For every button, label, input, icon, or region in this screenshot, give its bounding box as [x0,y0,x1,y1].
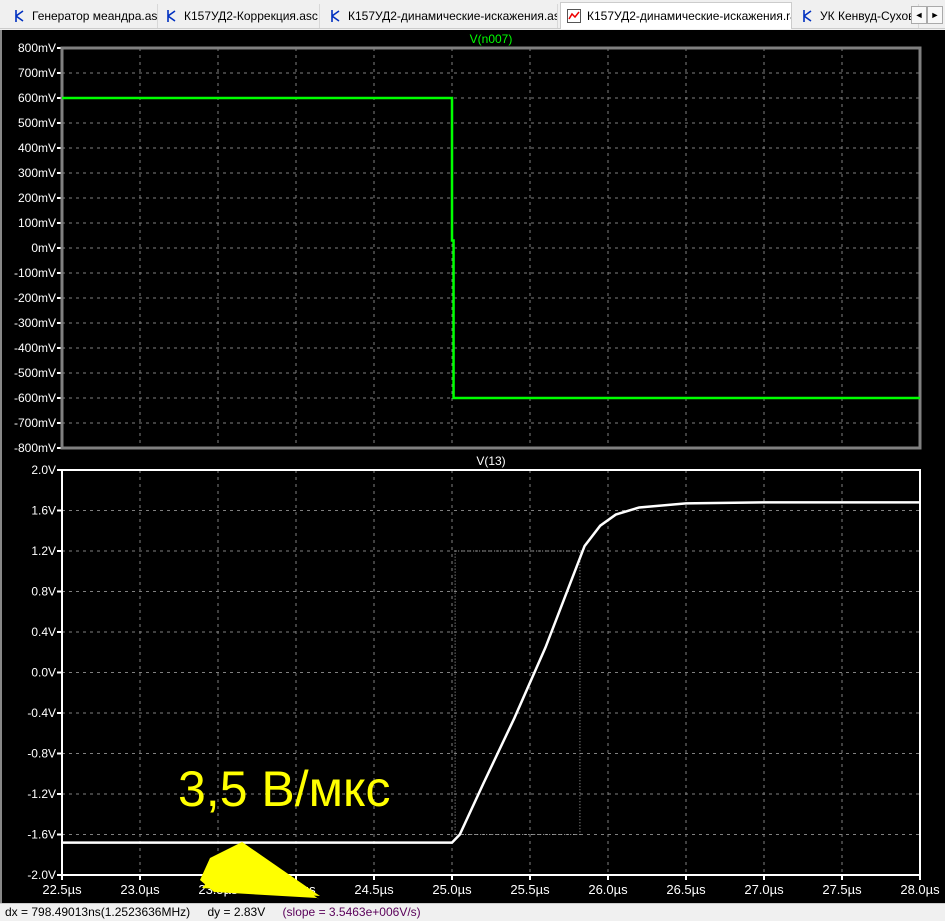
waveform-icon [567,9,581,23]
x-tick-label: 25.0µs [432,882,472,897]
x-tick-label: 23.0µs [120,882,160,897]
y-tick-label: 1.6V [31,504,56,518]
tab-label: К157УД2-динамические-искажения.asc [348,9,558,23]
tab-scroll: ◄ ► [911,6,943,24]
cursor-box [454,550,581,835]
y-tick-label: -1.6V [27,828,56,842]
y-tick-label: 100mV [18,216,56,230]
y-tick-label: -1.2V [27,787,56,801]
tab-2[interactable]: К157УД2-Коррекция.asc [158,4,320,28]
y-tick-label: -100mV [14,266,56,280]
x-tick-label: 26.0µs [588,882,628,897]
y-tick-label: 200mV [18,191,56,205]
x-tick-label: 26.5µs [666,882,706,897]
tab-label: К157УД2-Коррекция.asc [184,9,318,23]
tab-4[interactable]: К157УД2-динамические-искажения.raw [560,2,792,29]
pane-title: V(13) [476,454,505,468]
tab-label: Генератор меандра.asc [32,9,158,23]
tab-5[interactable]: УК Кенвуд-Сухов- [794,4,919,28]
annotation-arrow-head [202,842,320,896]
scroll-right-button[interactable]: ► [927,6,943,24]
y-tick-label: -0.4V [27,706,56,720]
tab-label: УК Кенвуд-Сухов- [820,9,919,23]
y-tick-label: -300mV [14,316,56,330]
y-tick-label: 400mV [18,141,56,155]
waveform-viewer[interactable]: 800mV 700mV 600mV 500mV 400mV 300mV 200mV 100mV… [0,30,945,903]
x-tick-label: 28.0µs [900,882,940,897]
y-tick-label: 600mV [18,91,56,105]
y-tick-label: -800mV [14,441,56,455]
schematic-icon [800,9,814,23]
annotation-text: 3,5 В/мкс [178,761,391,817]
pane-title: V(n007) [470,32,513,46]
plot-canvas[interactable]: 800mV 700mV 600mV 500mV 400mV 300mV 200mV 100mV… [2,30,945,903]
y-tick-label: 800mV [18,41,56,55]
schematic-icon [12,9,26,23]
status-dx: dx = 798.49013ns(1.2523636MHz) [5,905,191,919]
y-tick-label: -2.0V [27,868,56,882]
status-slope: (slope = 3.5463e+006V/s) [282,905,421,919]
tab-bar: Генератор меандра.asc К157УД2-Коррекция.a… [0,0,945,29]
y-tick-label: 0.8V [31,585,56,599]
y-tick-label: 1.2V [31,544,56,558]
status-dy: dy = 2.83V [207,905,266,919]
y-tick-label: 500mV [18,116,56,130]
schematic-icon [328,9,342,23]
y-tick-label: -700mV [14,416,56,430]
x-tick-label: 27.5µs [822,882,862,897]
schematic-icon [164,9,178,23]
y-tick-label: 0.4V [31,625,56,639]
x-tick-label: 25.5µs [510,882,550,897]
tab-3[interactable]: К157УД2-динамические-искажения.asc [322,4,558,28]
status-bar: dx = 798.49013ns(1.2523636MHz) dy = 2.83… [0,903,945,920]
tab-1[interactable]: Генератор меандра.asc [6,4,158,28]
scroll-left-button[interactable]: ◄ [911,6,927,24]
y-tick-label: -200mV [14,291,56,305]
y-tick-label: 300mV [18,166,56,180]
x-tick-label: 22.5µs [42,882,82,897]
y-tick-label: 0.0V [31,666,56,680]
x-tick-label: 27.0µs [744,882,784,897]
y-tick-label: -400mV [14,341,56,355]
y-tick-label: -0.8V [27,747,56,761]
tab-label: К157УД2-динамические-искажения.raw [587,9,792,23]
y-tick-label: 2.0V [31,463,56,477]
y-tick-label: 0mV [31,241,56,255]
y-tick-label: -500mV [14,366,56,380]
y-tick-label: 700mV [18,66,56,80]
y-tick-label: -600mV [14,391,56,405]
x-tick-label: 24.5µs [354,882,394,897]
